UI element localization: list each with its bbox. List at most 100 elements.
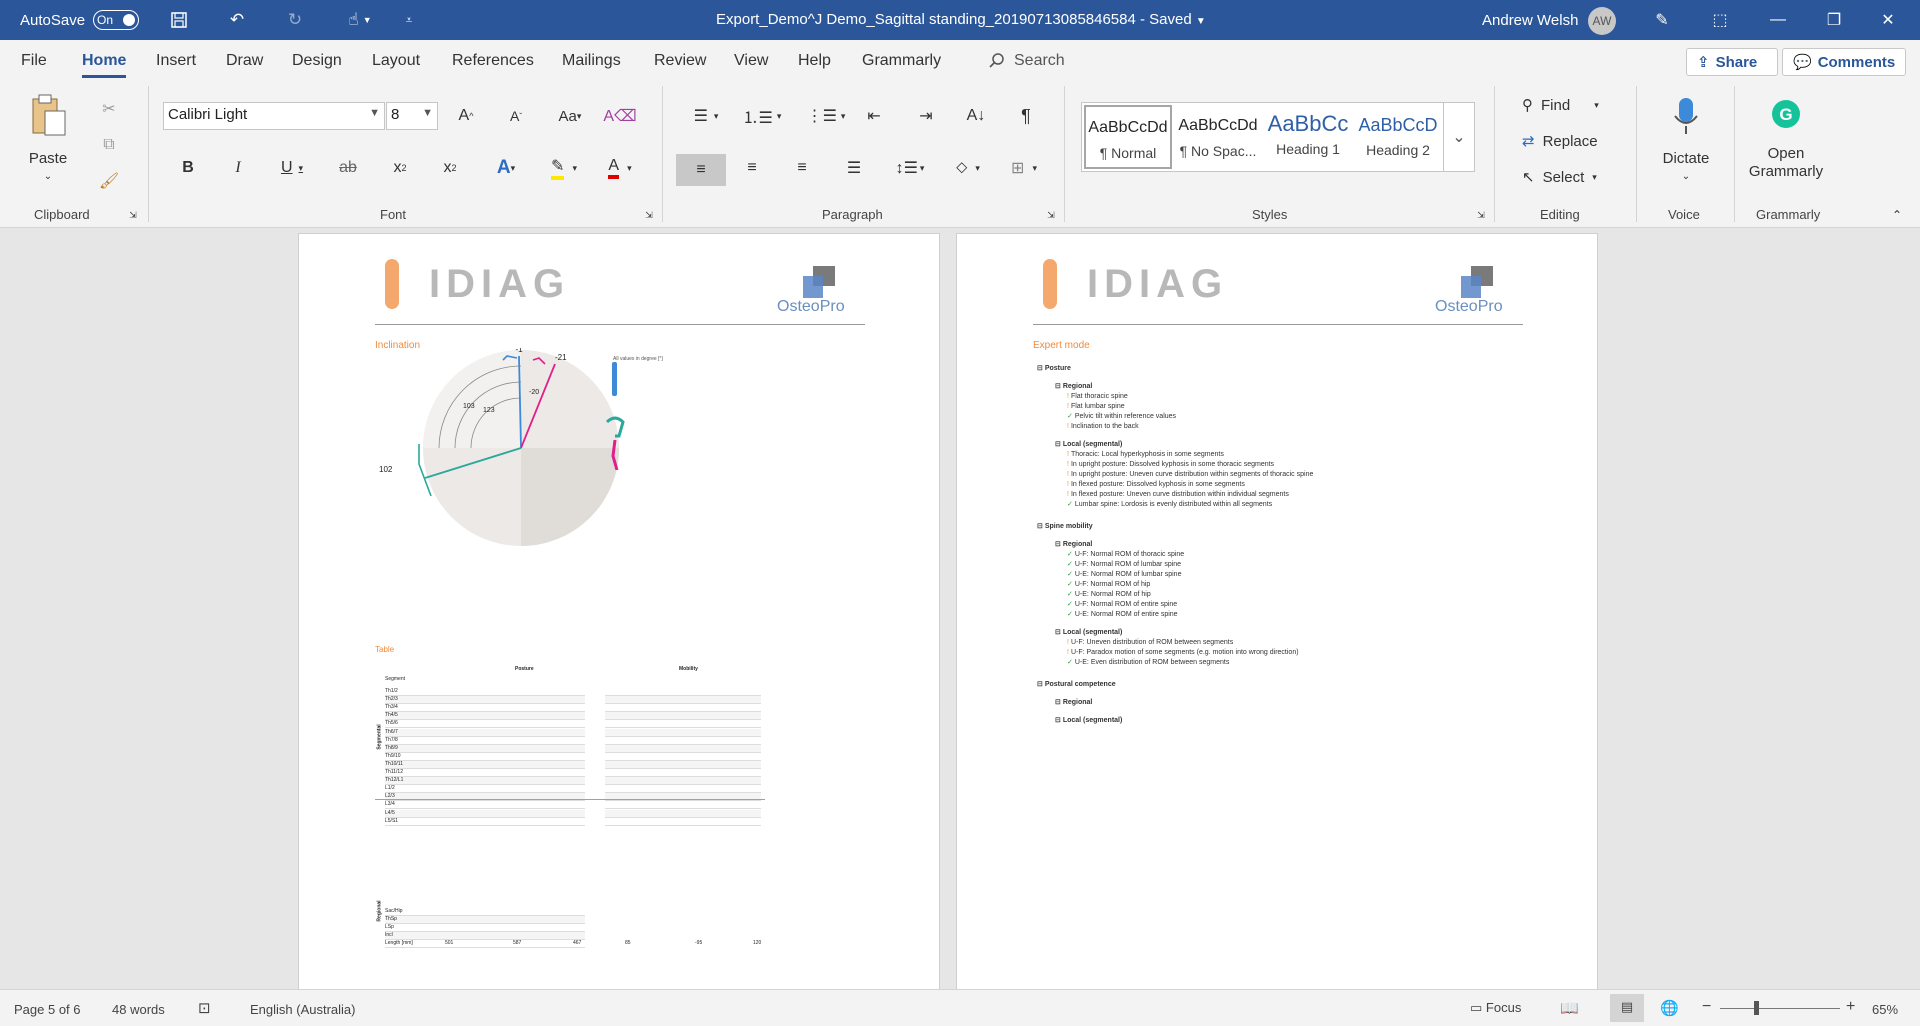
web-layout-icon[interactable]: 🌐	[1660, 999, 1679, 1017]
save-icon[interactable]	[166, 8, 192, 32]
superscript-icon[interactable]: x2	[436, 154, 464, 182]
shading-icon[interactable]: ⬦ ▾	[946, 154, 990, 182]
font-color-icon[interactable]: A ▾	[598, 154, 642, 182]
dictate-button[interactable]: Dictate	[1650, 148, 1722, 168]
page-count[interactable]: Page 5 of 6	[14, 1002, 81, 1017]
page-5[interactable]: IDIAG OsteoPro Inclination All values in…	[298, 233, 940, 989]
tab-draw[interactable]: Draw	[226, 52, 263, 70]
focus-button[interactable]: ▭ Focus	[1470, 1000, 1521, 1016]
clear-formatting-icon[interactable]: A⌫	[603, 102, 636, 130]
proofing-icon[interactable]: ⊡	[198, 999, 211, 1017]
comments-button[interactable]: 💬 Comments	[1782, 48, 1906, 76]
tab-help[interactable]: Help	[798, 52, 831, 70]
numbering-icon[interactable]: ⒈☰ ▾	[742, 102, 782, 130]
increase-indent-icon[interactable]: ⇥	[912, 102, 940, 130]
style-heading-2[interactable]: AaBbCcD Heading 2	[1354, 105, 1442, 169]
grammarly-icon[interactable]: G	[1770, 98, 1802, 130]
decrease-indent-icon[interactable]: ⇤	[860, 102, 888, 130]
word-count[interactable]: 48 words	[112, 1002, 165, 1017]
read-mode-icon[interactable]: 📖	[1560, 999, 1579, 1017]
underline-icon[interactable]: U ▾	[272, 154, 312, 182]
style-heading-1[interactable]: AaBbCc Heading 1	[1264, 105, 1352, 169]
italic-icon[interactable]: I	[224, 154, 252, 182]
styles-launcher-icon[interactable]: ⇲	[1474, 208, 1488, 222]
touch-mode-icon[interactable]: ☝ ▼	[340, 8, 380, 32]
align-right-icon[interactable]: ≡	[788, 154, 816, 182]
line-spacing-icon[interactable]: ↕☰ ▾	[890, 154, 930, 182]
style-normal[interactable]: AaBbCcDd ¶ Normal	[1084, 105, 1172, 169]
share-button[interactable]: ⇪ Share	[1686, 48, 1778, 76]
document-area[interactable]: IDIAG OsteoPro Inclination All values in…	[0, 229, 1920, 989]
subscript-icon[interactable]: x2	[386, 154, 414, 182]
autosave-toggle[interactable]: On	[93, 10, 140, 30]
tab-file[interactable]: File	[21, 52, 47, 70]
replace-button[interactable]: ⇄ Replace	[1522, 132, 1598, 151]
tab-references[interactable]: References	[452, 52, 534, 70]
tab-layout[interactable]: Layout	[372, 52, 420, 70]
paste-dropdown-icon[interactable]: ⌄	[36, 168, 60, 184]
avatar[interactable]: AW	[1588, 7, 1616, 35]
tab-view[interactable]: View	[734, 52, 768, 70]
chevron-down-icon[interactable]: ▾	[1592, 172, 1597, 183]
justify-icon[interactable]: ☰	[840, 154, 868, 182]
zoom-slider[interactable]	[1720, 1008, 1840, 1009]
chevron-down-icon[interactable]: ▼	[422, 107, 433, 119]
close-icon[interactable]: ✕	[1868, 6, 1908, 34]
collapse-ribbon-icon[interactable]: ⌃	[1888, 206, 1906, 224]
tab-design[interactable]: Design	[292, 52, 342, 70]
multilevel-list-icon[interactable]: ⋮☰ ▾	[806, 102, 846, 130]
zoom-out-icon[interactable]: −	[1702, 998, 1711, 1016]
chevron-down-icon[interactable]: ⌄	[1676, 168, 1696, 184]
zoom-slider-thumb[interactable]	[1754, 1001, 1759, 1015]
paste-button[interactable]: Paste	[18, 148, 78, 168]
page-6[interactable]: IDIAG OsteoPro Expert mode ⊟ Posture ⊟ R…	[956, 233, 1598, 989]
style-no-spacing[interactable]: AaBbCcDd ¶ No Spac...	[1174, 105, 1262, 169]
sort-icon[interactable]: A↓	[962, 102, 990, 130]
tab-review[interactable]: Review	[654, 52, 706, 70]
user-name[interactable]: Andrew Welsh	[1482, 12, 1578, 29]
strikethrough-icon[interactable]: ab	[334, 154, 362, 182]
styles-more-icon[interactable]: ⌄	[1443, 102, 1475, 172]
redo-icon[interactable]: ↻	[282, 8, 308, 32]
zoom-in-icon[interactable]: +	[1846, 998, 1855, 1016]
show-formatting-icon[interactable]: ¶	[1012, 102, 1040, 130]
grow-font-icon[interactable]: A ^	[452, 102, 480, 130]
font-launcher-icon[interactable]: ⇲	[642, 208, 656, 222]
align-left-icon[interactable]: ≡	[676, 154, 726, 186]
zoom-level[interactable]: 65%	[1872, 1002, 1898, 1017]
paragraph-launcher-icon[interactable]: ⇲	[1044, 208, 1058, 222]
autosave[interactable]: AutoSave On	[20, 10, 140, 30]
bullets-icon[interactable]: ☰ ▾	[686, 102, 726, 130]
document-title[interactable]: Export_Demo^J Demo_Sagittal standing_201…	[716, 11, 1206, 28]
language[interactable]: English (Australia)	[250, 1002, 356, 1017]
tab-home[interactable]: Home	[82, 52, 127, 78]
microphone-icon[interactable]	[1668, 94, 1704, 138]
font-size-input[interactable]: 8 ▼	[386, 102, 438, 130]
undo-icon[interactable]: ↶	[224, 8, 250, 32]
restore-icon[interactable]: ❐	[1814, 6, 1854, 34]
text-effects-icon[interactable]: A ▾	[486, 154, 526, 182]
paste-icon[interactable]	[26, 92, 72, 140]
change-case-icon[interactable]: Aa ▾	[550, 102, 590, 130]
tab-insert[interactable]: Insert	[156, 52, 196, 70]
borders-icon[interactable]: ⊞ ▾	[1002, 154, 1046, 182]
pen-icon[interactable]: ✎	[1642, 6, 1682, 34]
search-box[interactable]: Search	[988, 52, 1065, 70]
tab-mailings[interactable]: Mailings	[562, 52, 621, 70]
cut-icon[interactable]: ✂	[96, 96, 122, 122]
bold-icon[interactable]: B	[174, 154, 202, 182]
print-layout-icon[interactable]: ▤	[1610, 994, 1644, 1022]
open-grammarly-button[interactable]: Open Grammarly	[1740, 142, 1832, 184]
shrink-font-icon[interactable]: Aˇ	[502, 102, 530, 130]
chevron-down-icon[interactable]: ▼	[369, 107, 380, 119]
highlight-icon[interactable]: ✎ ▾	[542, 154, 586, 182]
font-family-input[interactable]: Calibri Light ▼	[163, 102, 385, 130]
select-button[interactable]: ↖ Select ▾	[1522, 168, 1597, 187]
minimize-icon[interactable]: —	[1758, 6, 1798, 34]
clipboard-launcher-icon[interactable]: ⇲	[126, 208, 140, 222]
customize-qat-icon[interactable]: ⩡	[398, 8, 420, 32]
align-center-icon[interactable]: ≡	[738, 154, 766, 182]
copy-icon[interactable]: ⧉	[96, 132, 122, 158]
tab-grammarly[interactable]: Grammarly	[862, 52, 941, 70]
format-painter-icon[interactable]: 🖌	[96, 168, 122, 194]
